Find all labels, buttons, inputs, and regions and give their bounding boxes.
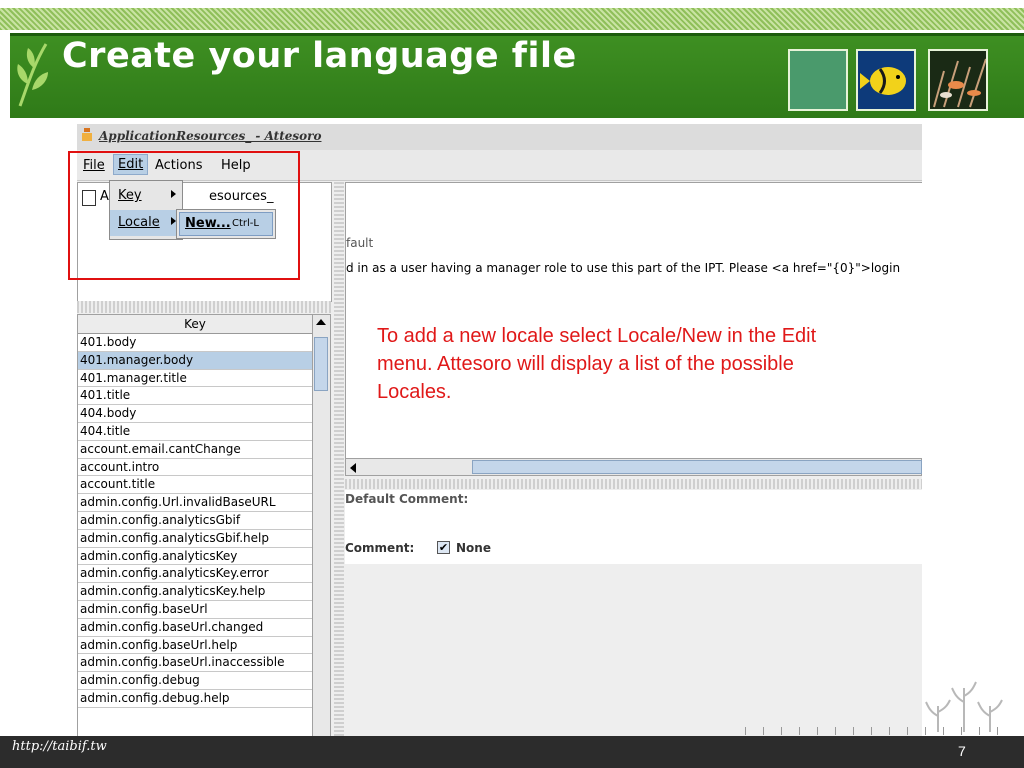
- horizontal-scrollbar[interactable]: [345, 458, 922, 476]
- comment-pane: Default Comment: Comment: ✔ None: [345, 490, 922, 564]
- thumbnail-fish: [856, 49, 916, 111]
- comment-label: Comment:: [345, 541, 415, 555]
- key-table-row[interactable]: admin.config.baseUrl: [78, 601, 312, 619]
- footer-url[interactable]: http://taibif.tw: [12, 739, 107, 754]
- sprout-decoration-icon: [925, 681, 1003, 732]
- key-column-header[interactable]: Key: [78, 315, 312, 334]
- key-table-row[interactable]: admin.config.baseUrl.changed: [78, 619, 312, 637]
- window-title-bar: ApplicationResources_ - Attesoro: [77, 124, 922, 150]
- vertical-splitter[interactable]: [334, 182, 344, 736]
- key-table-row[interactable]: 401.manager.title: [78, 370, 312, 388]
- key-table-row[interactable]: admin.config.Url.invalidBaseURL: [78, 494, 312, 512]
- none-label: None: [456, 541, 491, 555]
- key-table-row[interactable]: admin.config.analyticsGbif.help: [78, 530, 312, 548]
- key-table-row[interactable]: account.title: [78, 476, 312, 495]
- key-table-row[interactable]: 404.body: [78, 405, 312, 423]
- scroll-left-arrow-icon[interactable]: [350, 463, 356, 473]
- app-icon: [82, 128, 92, 141]
- none-checkbox[interactable]: ✔: [437, 541, 450, 554]
- default-comment-label: Default Comment:: [345, 492, 469, 506]
- key-table-row[interactable]: admin.config.baseUrl.help: [78, 637, 312, 655]
- key-table-row[interactable]: 401.title: [78, 387, 312, 406]
- right-splitter[interactable]: [345, 479, 922, 489]
- key-table-row[interactable]: admin.config.analyticsKey.help: [78, 583, 312, 601]
- key-rows: 401.body 401.manager.body 401.manager.titl…: [78, 334, 312, 708]
- default-value-label: fault: [346, 236, 374, 250]
- window-title: ApplicationResources_ - Attesoro: [99, 129, 322, 143]
- scroll-thumb[interactable]: [314, 337, 328, 391]
- key-table-row[interactable]: admin.config.analyticsKey.error: [78, 565, 312, 584]
- key-table[interactable]: Key 401.body 401.manager.body 401.manager.…: [77, 314, 331, 736]
- key-table-row[interactable]: account.intro: [78, 459, 312, 477]
- slide-title: Create your language file: [62, 36, 577, 76]
- page-number: 7: [958, 743, 966, 759]
- key-table-row[interactable]: 404.title: [78, 423, 312, 441]
- key-table-scrollbar[interactable]: [312, 315, 330, 736]
- key-table-row[interactable]: admin.config.analyticsGbif: [78, 512, 312, 530]
- key-table-row[interactable]: admin.config.debug.help: [78, 690, 312, 708]
- default-value-text: d in as a user having a manager role to …: [346, 261, 901, 275]
- highlight-box: [68, 151, 300, 280]
- key-table-row[interactable]: admin.config.analyticsKey: [78, 548, 312, 566]
- leaf-icon: [17, 43, 48, 107]
- header-hatch-band: [0, 8, 1024, 30]
- footer-bar: [0, 736, 1024, 768]
- key-table-row[interactable]: 401.body: [78, 334, 312, 352]
- dotted-divider: [745, 727, 1005, 735]
- key-table-row[interactable]: 401.manager.body: [78, 351, 312, 370]
- scroll-up-arrow-icon[interactable]: [316, 319, 326, 325]
- horizontal-scroll-thumb[interactable]: [472, 460, 922, 474]
- left-splitter[interactable]: [77, 301, 331, 313]
- key-table-row[interactable]: admin.config.baseUrl.inaccessible: [78, 654, 312, 673]
- key-table-row[interactable]: admin.config.debug: [78, 672, 312, 690]
- instruction-note: To add a new locale select Locale/New in…: [377, 325, 817, 403]
- thumbnail-coral: [928, 49, 988, 111]
- key-table-row[interactable]: account.email.cantChange: [78, 441, 312, 459]
- thumbnail-plain: [788, 49, 848, 111]
